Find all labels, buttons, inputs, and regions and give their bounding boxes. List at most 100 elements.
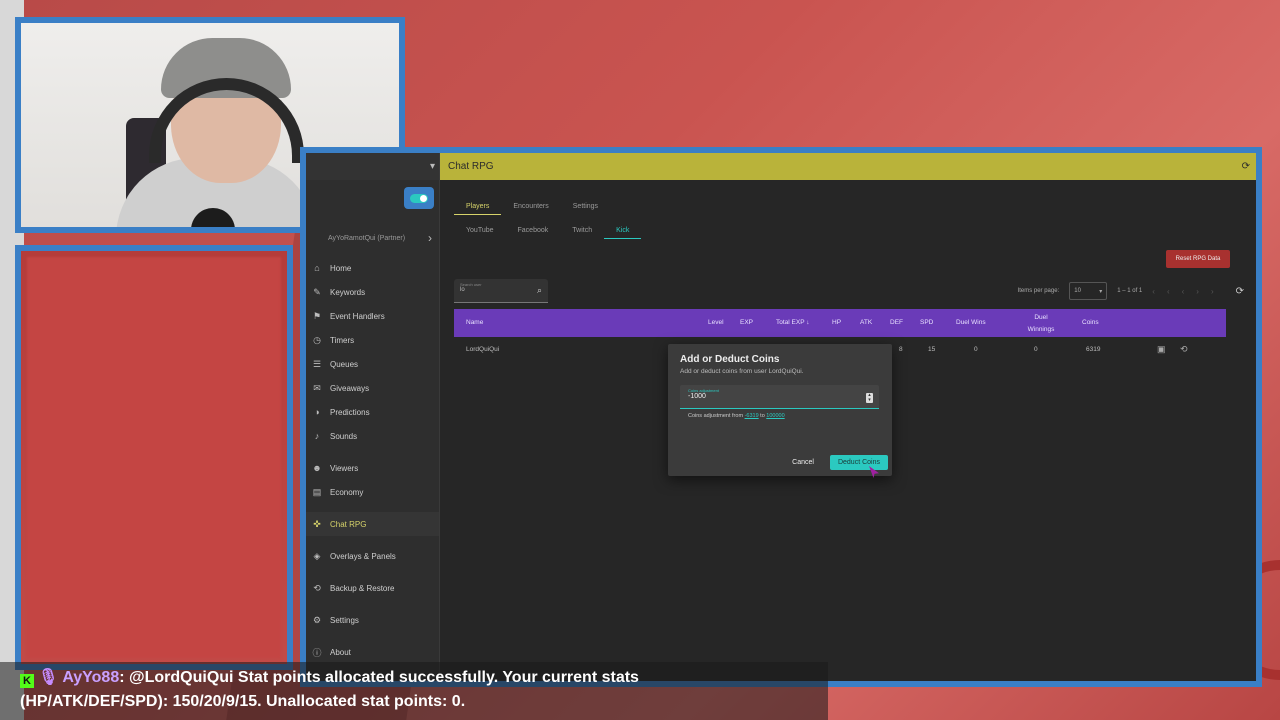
tab-settings[interactable]: Settings (561, 199, 610, 215)
cell-duel-wins: 0 (974, 346, 978, 353)
page-range: 1 – 1 of 1 (1117, 288, 1143, 294)
backup-icon: ⟲ (313, 582, 321, 593)
coins-adjustment-value: -1000 (688, 393, 706, 400)
sidebar-item-chat-rpg[interactable]: ✜ Chat RPG (306, 512, 439, 536)
chat-message-line2: (HP/ATK/DEF/SPD): 150/20/9/15. Unallocat… (20, 693, 466, 710)
page-title: Chat RPG (448, 161, 494, 172)
column-header[interactable]: SPD (920, 319, 933, 326)
hint-max: 100000 (766, 413, 785, 419)
column-header[interactable]: Duel Winnings (1026, 312, 1056, 336)
sidebar-collapse[interactable]: ▾ (306, 153, 439, 180)
deduct-coins-button[interactable]: Deduct Coins (829, 455, 888, 470)
wallet-icon[interactable]: ▣ (1157, 344, 1166, 355)
column-header[interactable]: Level (708, 319, 724, 326)
sidebar-item-label: Queues (330, 359, 359, 369)
nav-divider (306, 632, 439, 640)
sidebar-item-label: Economy (330, 487, 364, 497)
blurred-panel (15, 245, 293, 670)
dropdown-arrow-icon[interactable]: ▾ (430, 161, 435, 172)
chevron-down-icon: ▾ (1099, 288, 1103, 295)
sidebar-item-predictions[interactable]: ◑ Predictions (306, 400, 439, 424)
column-header[interactable]: EXP (740, 319, 753, 326)
sidebar-item-sounds[interactable]: ♪ Sounds (306, 424, 439, 448)
pager-arrows[interactable]: ‹‹‹›› (1152, 287, 1225, 296)
sidebar-item-label: Chat RPG (330, 519, 367, 529)
sidebar-item-backup-restore[interactable]: ⟲ Backup & Restore (306, 576, 439, 600)
column-header[interactable]: HP (832, 319, 841, 326)
gear-icon: ⚙ (312, 614, 322, 625)
items-per-page-select[interactable]: 10 ▾ (1069, 282, 1108, 300)
column-header[interactable]: ATK (860, 319, 872, 326)
chat-message-line1: K 🎙 AyYo88: @LordQuiQui Stat points alloca… (20, 667, 639, 688)
tab-encounters[interactable]: Encounters (501, 199, 560, 215)
add-deduct-coins-dialog: Add or Deduct Coins Add or deduct coins … (668, 344, 892, 476)
sidebar-item-label: Giveaways (330, 383, 370, 393)
column-header[interactable]: DEF (890, 319, 903, 326)
chat-text-1: : @LordQuiQui Stat points allocated succ… (119, 669, 639, 686)
coins-adjustment-input[interactable]: Coins adjustment -1000 ▴ ▾ (680, 385, 879, 409)
sidebar-item-label: About (330, 647, 351, 657)
hint-min: -6319 (744, 413, 759, 419)
nav-divider (306, 448, 439, 456)
sidebar-item-label: Backup & Restore (330, 583, 395, 593)
subtab-youtube[interactable]: YouTube (454, 223, 506, 239)
blurred-panel-content (27, 257, 281, 658)
sidebar-item-label: Home (330, 263, 352, 273)
sidebar-item-viewers[interactable]: ☻ Viewers (306, 456, 439, 480)
hint-to: to (760, 413, 765, 419)
cell-def: 8 (899, 346, 903, 353)
main-content: Chat RPG ⟳ Players Encounters Settings You… (440, 153, 1256, 681)
microphone-badge-icon: 🎙 (38, 669, 59, 686)
sidebar-item-giveaways[interactable]: ✉ Giveaways (306, 376, 439, 400)
number-spinner-icon[interactable]: ▴ ▾ (866, 393, 873, 403)
platform-tabs: YouTube Facebook Twitch Kick (454, 223, 642, 239)
store-icon: ▤ (312, 486, 322, 497)
search-user-input[interactable]: Search user lo ⌕ (454, 279, 548, 303)
user-account-label: AyYoRamotQui (Partner) (328, 234, 406, 242)
refresh-icon[interactable]: ⟳ (1242, 161, 1250, 172)
search-icon[interactable]: ⌕ (537, 285, 542, 296)
reset-rpg-data-button[interactable]: Reset RPG Data (1166, 250, 1230, 268)
sidebar-item-label: Sounds (330, 431, 358, 441)
cell-name: LordQuiQui (466, 346, 500, 353)
column-header[interactable]: Coins (1082, 319, 1099, 326)
sidebar-item-settings[interactable]: ⚙ Settings (306, 608, 439, 632)
app-window: ▾ AyYoRamotQui (Partner) › ⌂ Home ✎ Keyword… (306, 153, 1256, 681)
sidebar-item-label: Timers (330, 335, 355, 345)
cancel-button[interactable]: Cancel (786, 455, 820, 470)
sidebar-item-about[interactable]: ⓘ About (306, 640, 439, 664)
sidebar-item-economy[interactable]: ▤ Economy (306, 480, 439, 504)
live-toggle[interactable] (404, 187, 434, 209)
hint-prefix: Coins adjustment from (688, 413, 744, 419)
cell-coins: 6319 (1086, 346, 1101, 353)
nav-divider (306, 600, 439, 608)
nav-divider (306, 568, 439, 576)
subtab-facebook[interactable]: Facebook (506, 223, 561, 239)
sidebar-item-label: Keywords (330, 287, 366, 297)
subtab-twitch[interactable]: Twitch (560, 223, 604, 239)
subtab-kick[interactable]: Kick (604, 223, 642, 239)
sidebar: ▾ AyYoRamotQui (Partner) › ⌂ Home ✎ Keyword… (306, 153, 440, 681)
sidebar-item-label: Viewers (330, 463, 359, 473)
column-header[interactable]: Name (466, 319, 483, 326)
sidebar-nav: ⌂ Home ✎ Keywords ⚑ Event Handlers ◷ Timers ☰ Que… (306, 256, 439, 664)
sidebar-item-label: Event Handlers (330, 311, 385, 321)
sidebar-item-queues[interactable]: ☰ Queues (306, 352, 439, 376)
gift-icon: ✉ (313, 382, 321, 393)
sidebar-item-label: Predictions (330, 407, 370, 417)
sidebar-item-event-handlers[interactable]: ⚑ Event Handlers (306, 304, 439, 328)
table-refresh-icon[interactable]: ⟳ (1236, 286, 1244, 297)
column-header[interactable]: Duel Wins (956, 319, 986, 326)
user-account-row[interactable]: AyYoRamotQui (Partner) › (306, 229, 439, 247)
items-per-page-label: Items per page: (1017, 288, 1060, 294)
sound-icon: ♪ (314, 431, 320, 441)
predictions-icon: ◑ (314, 407, 320, 417)
sidebar-item-home[interactable]: ⌂ Home (306, 256, 439, 280)
gamepad-icon: ✜ (313, 518, 321, 529)
sidebar-item-keywords[interactable]: ✎ Keywords (306, 280, 439, 304)
sidebar-item-overlays-panels[interactable]: ◈ Overlays & Panels (306, 544, 439, 568)
sidebar-item-timers[interactable]: ◷ Timers (306, 328, 439, 352)
tab-players[interactable]: Players (454, 199, 502, 215)
column-header[interactable]: Total EXP ↓ (776, 319, 809, 326)
history-icon[interactable]: ⟲ (1180, 344, 1188, 355)
